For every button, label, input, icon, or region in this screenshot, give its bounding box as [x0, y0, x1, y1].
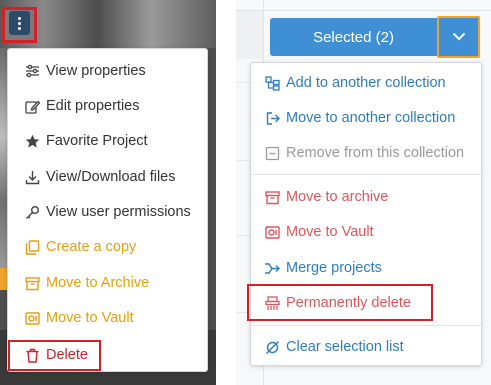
- menu-item-label: Move to another collection: [286, 110, 456, 126]
- clear-icon: [264, 339, 280, 355]
- edit-icon: [24, 98, 40, 114]
- menu-item-label: Create a copy: [46, 239, 137, 255]
- copy-icon: [24, 239, 40, 255]
- menu-item-move-to-vault[interactable]: Move to Vault: [251, 215, 481, 249]
- menu-item-label: Move to archive: [286, 189, 389, 205]
- menu-item-add-to-another-collection[interactable]: Add to another collection: [251, 66, 481, 100]
- menu-item-move-to-archive[interactable]: Move to Archive: [8, 266, 207, 300]
- menu-item-label: View properties: [46, 63, 146, 79]
- menu-item-clear-selection-list[interactable]: Clear selection list: [251, 330, 481, 364]
- menu-item-label: View/Download files: [46, 169, 176, 185]
- menu-separator: [251, 325, 481, 326]
- delete-highlight-box: [8, 340, 101, 371]
- menu-item-label: Move to Vault: [286, 224, 374, 240]
- star-icon: [24, 133, 40, 149]
- kebab-dot: [18, 16, 21, 20]
- menu-item-merge-projects[interactable]: Merge projects: [251, 251, 481, 285]
- menu-item-label: Move to Vault: [46, 310, 134, 326]
- menu-item-view-user-permissions[interactable]: View user permissions: [8, 195, 207, 229]
- sliders-icon: [24, 63, 40, 79]
- menu-item-move-to-another-collection[interactable]: Move to another collection: [251, 101, 481, 135]
- download-icon: [24, 169, 40, 185]
- more-options-button[interactable]: [9, 11, 30, 35]
- menu-item-label: Move to Archive: [46, 275, 150, 291]
- menu-item-edit-properties[interactable]: Edit properties: [8, 89, 207, 123]
- menu-item-label: Clear selection list: [286, 339, 404, 355]
- selection-actions-menu: Add to another collection Move to anothe…: [247, 62, 482, 366]
- menu-item-label: Add to another collection: [286, 75, 446, 91]
- menu-item-label: View user permissions: [46, 204, 191, 220]
- selected-count-label: Selected (2): [313, 28, 394, 46]
- table-row-shade: [236, 11, 263, 59]
- selected-count-button[interactable]: Selected (2): [270, 18, 437, 56]
- kebab-dot: [18, 26, 21, 30]
- archive-icon: [264, 189, 280, 205]
- menu-item-move-to-archive[interactable]: Move to archive: [251, 180, 481, 214]
- menu-item-view-properties[interactable]: View properties: [8, 54, 207, 88]
- archive-icon: [24, 275, 40, 291]
- add-collection-icon: [264, 75, 280, 91]
- menu-item-favorite-project[interactable]: Favorite Project: [8, 124, 207, 158]
- menu-separator: [251, 174, 481, 175]
- menu-item-remove-from-collection[interactable]: Remove from this collection: [251, 136, 481, 170]
- permanently-delete-highlight-box: [247, 284, 433, 321]
- move-collection-icon: [264, 110, 280, 126]
- selection-actions-dropdown-toggle[interactable]: [437, 16, 480, 58]
- vault-icon: [264, 224, 280, 240]
- key-icon: [24, 204, 40, 220]
- vault-icon: [24, 310, 40, 326]
- menu-item-label: Favorite Project: [46, 133, 148, 149]
- menu-item-view-download-files[interactable]: View/Download files: [8, 160, 207, 194]
- project-context-menu: View properties Edit properties Favorite…: [7, 48, 208, 372]
- remove-square-icon: [264, 145, 280, 161]
- table-border: [236, 10, 491, 11]
- menu-item-label: Edit properties: [46, 98, 140, 114]
- menu-item-create-copy[interactable]: Create a copy: [8, 230, 207, 264]
- merge-icon: [264, 260, 280, 276]
- menu-item-label: Merge projects: [286, 260, 382, 276]
- menu-item-move-to-vault[interactable]: Move to Vault: [8, 301, 207, 335]
- menu-item-label: Remove from this collection: [286, 145, 465, 161]
- chevron-down-icon: [452, 28, 466, 46]
- kebab-dot: [18, 21, 21, 25]
